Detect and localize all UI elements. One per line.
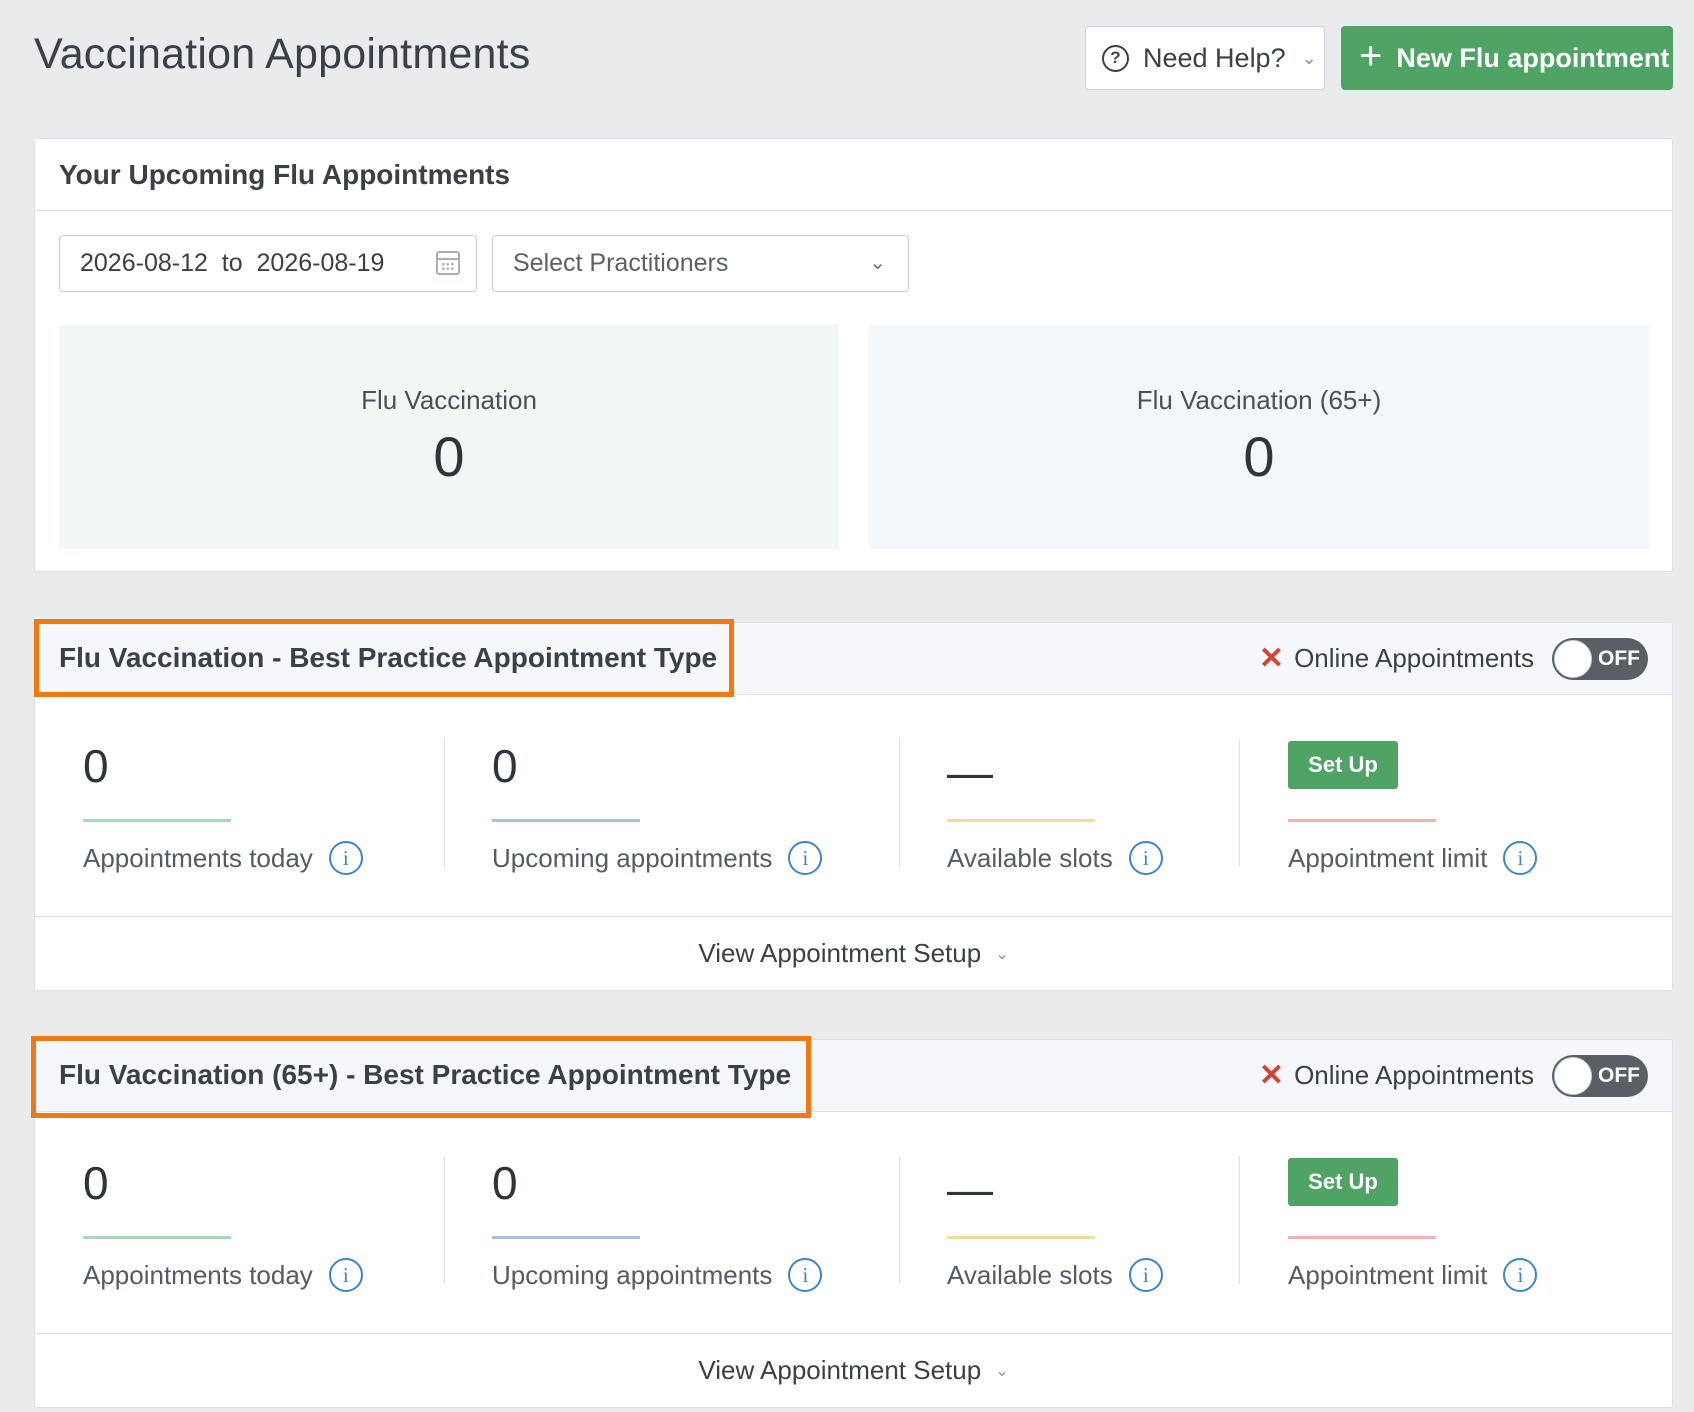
metric-label: Available slots i <box>947 841 1163 875</box>
appointment-type-title: Flu Vaccination (65+) - Best Practice Ap… <box>59 1059 792 1090</box>
metric-underline <box>947 1236 1095 1239</box>
metric-label-text: Appointment limit <box>1288 1259 1488 1290</box>
view-appointment-setup-button[interactable]: View Appointment Setup ⌄ <box>35 917 1672 990</box>
stat-flu-vaccination: Flu Vaccination 0 <box>59 325 839 549</box>
stat-label: Flu Vaccination (65+) <box>1136 385 1382 415</box>
divider <box>899 1156 900 1284</box>
practitioners-select[interactable]: Select Practitioners ⌄ <box>492 235 909 292</box>
info-icon[interactable]: i <box>1503 841 1538 875</box>
metric-underline <box>947 819 1095 822</box>
metric-label: Appointment limit i <box>1288 1258 1538 1292</box>
metrics-row: 0 Appointments today i 0 Upcoming appoin… <box>35 695 1672 917</box>
metric-label-text: Upcoming appointments <box>492 842 773 873</box>
page: Vaccination Appointments ? Need Help? ⌄ … <box>0 0 1694 1412</box>
appointment-type-card: Flu Vaccination - Best Practice Appointm… <box>34 622 1673 991</box>
metric-value: — <box>947 746 993 798</box>
upcoming-appointments-card: Your Upcoming Flu Appointments 2026-08-1… <box>34 138 1673 572</box>
appointment-type-card: Flu Vaccination (65+) - Best Practice Ap… <box>34 1039 1673 1408</box>
toggle-label: OFF <box>1598 1064 1640 1087</box>
metric-value: 0 <box>492 1157 518 1209</box>
close-x-icon: ✕ <box>1258 641 1285 675</box>
info-icon[interactable]: i <box>328 841 363 875</box>
divider <box>444 739 445 867</box>
metric-underline <box>1288 1236 1436 1239</box>
online-appointments-label: Online Appointments <box>1294 1060 1534 1090</box>
info-icon[interactable]: i <box>1128 1258 1163 1292</box>
view-setup-label: View Appointment Setup <box>698 938 982 968</box>
appointment-type-title: Flu Vaccination - Best Practice Appointm… <box>59 642 718 673</box>
set-up-button[interactable]: Set Up <box>1288 1158 1398 1206</box>
date-range-input[interactable]: 2026-08-12 to 2026-08-19 <box>59 235 477 292</box>
date-range-value: 2026-08-12 to 2026-08-19 <box>80 249 385 277</box>
metric-label-text: Available slots <box>947 842 1113 873</box>
online-appointments-toggle[interactable]: OFF <box>1552 1055 1648 1097</box>
metric-value: — <box>947 1163 993 1215</box>
plus-icon: + <box>1359 34 1383 78</box>
online-appointments-status: ✕ Online Appointments <box>1259 1060 1534 1091</box>
new-flu-appointment-label: New Flu appointment <box>1396 42 1670 73</box>
stat-value: 0 <box>433 425 465 488</box>
metric-label: Available slots i <box>947 1258 1163 1292</box>
view-setup-label: View Appointment Setup <box>698 1355 982 1385</box>
info-icon[interactable]: i <box>788 1258 823 1292</box>
divider <box>899 739 900 867</box>
divider <box>444 1156 445 1284</box>
toggle-knob <box>1554 640 1592 678</box>
chevron-down-icon: ⌄ <box>995 945 1009 963</box>
metric-label: Upcoming appointments i <box>492 1258 823 1292</box>
metric-value: 0 <box>83 1157 109 1209</box>
divider <box>1239 739 1240 867</box>
metric-label: Appointments today i <box>83 1258 363 1292</box>
metric-label-text: Available slots <box>947 1259 1113 1290</box>
page-title: Vaccination Appointments <box>34 30 531 78</box>
metric-label-text: Appointment limit <box>1288 842 1488 873</box>
online-appointments-toggle[interactable]: OFF <box>1552 638 1648 680</box>
appointment-type-header: Flu Vaccination (65+) - Best Practice Ap… <box>35 1040 1672 1112</box>
chevron-down-icon: ⌄ <box>1301 47 1317 68</box>
info-icon[interactable]: i <box>788 841 823 875</box>
metric-value: 0 <box>492 740 518 792</box>
metric-value: 0 <box>83 740 109 792</box>
metric-underline <box>83 819 231 822</box>
divider <box>1239 1156 1240 1284</box>
set-up-button[interactable]: Set Up <box>1288 741 1398 789</box>
info-icon[interactable]: i <box>1128 841 1163 875</box>
metric-label: Appointments today i <box>83 841 363 875</box>
metric-underline <box>1288 819 1436 822</box>
metric-underline <box>492 1236 640 1239</box>
info-icon[interactable]: i <box>328 1258 363 1292</box>
upcoming-appointments-title: Your Upcoming Flu Appointments <box>35 139 1672 211</box>
online-appointments-status: ✕ Online Appointments <box>1259 643 1534 674</box>
metric-label: Appointment limit i <box>1288 841 1538 875</box>
toggle-knob <box>1554 1057 1592 1095</box>
info-icon[interactable]: i <box>1503 1258 1538 1292</box>
question-circle-icon: ? <box>1102 44 1129 72</box>
toggle-label: OFF <box>1598 647 1640 670</box>
practitioners-placeholder: Select Practitioners <box>513 249 729 277</box>
close-x-icon: ✕ <box>1258 1058 1285 1092</box>
stat-value: 0 <box>1243 425 1275 488</box>
metric-underline <box>492 819 640 822</box>
chevron-down-icon: ⌄ <box>869 252 886 274</box>
new-flu-appointment-button[interactable]: + New Flu appointment <box>1341 26 1673 90</box>
metrics-row: 0 Appointments today i 0 Upcoming appoin… <box>35 1112 1672 1334</box>
need-help-label: Need Help? <box>1143 42 1286 73</box>
metric-label-text: Upcoming appointments <box>492 1259 773 1290</box>
metric-label-text: Appointments today <box>83 842 313 873</box>
appointment-type-header: Flu Vaccination - Best Practice Appointm… <box>35 623 1672 695</box>
view-appointment-setup-button[interactable]: View Appointment Setup ⌄ <box>35 1334 1672 1407</box>
metric-label-text: Appointments today <box>83 1259 313 1290</box>
stat-flu-vaccination-65: Flu Vaccination (65+) 0 <box>869 325 1649 549</box>
online-appointments-label: Online Appointments <box>1294 643 1534 673</box>
chevron-down-icon: ⌄ <box>995 1362 1009 1380</box>
metric-underline <box>83 1236 231 1239</box>
calendar-icon[interactable] <box>436 251 460 275</box>
stat-label: Flu Vaccination <box>361 385 537 415</box>
need-help-button[interactable]: ? Need Help? ⌄ <box>1085 26 1325 90</box>
metric-label: Upcoming appointments i <box>492 841 823 875</box>
